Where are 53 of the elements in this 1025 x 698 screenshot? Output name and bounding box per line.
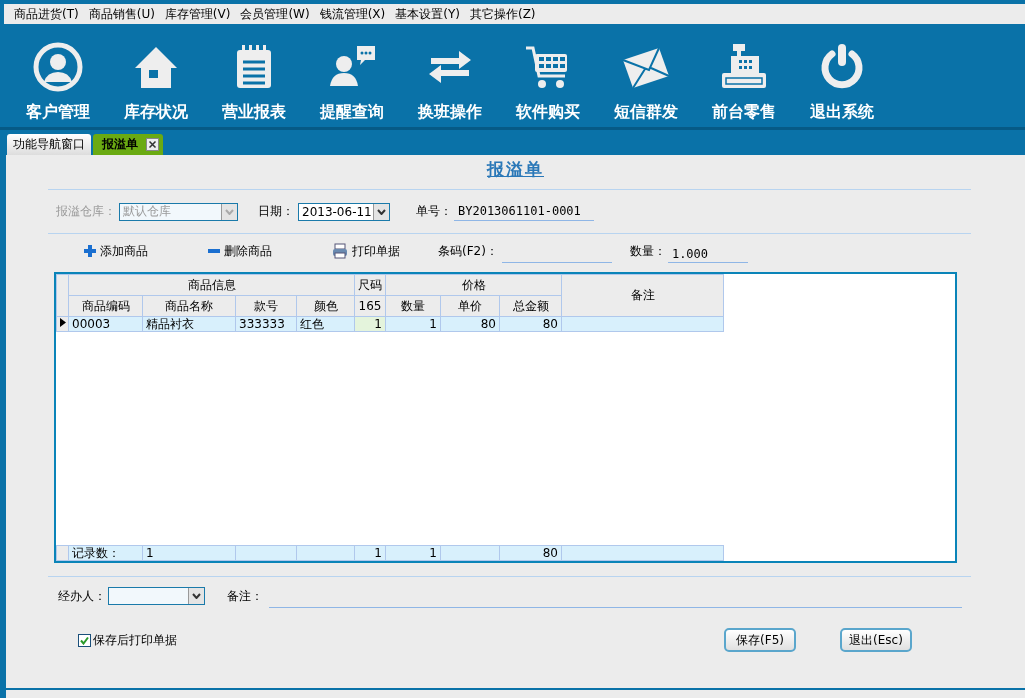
check-icon (80, 635, 89, 645)
table-cell: 1 (385, 545, 441, 561)
order-number-field[interactable]: BY2013061101-0001 (454, 202, 594, 221)
toolbar-button[interactable]: 库存状况 (107, 24, 205, 123)
form-title: 报溢单 (487, 158, 544, 181)
toolbar-button[interactable]: 营业报表 (205, 24, 303, 123)
toolbar-button[interactable]: 删除商品 (208, 242, 272, 260)
field-label: 经办人： (58, 587, 106, 605)
field-label: 报溢仓库： (56, 203, 116, 220)
toolbar-button[interactable]: 添加商品 (84, 242, 148, 260)
tab[interactable]: 报溢单 (93, 134, 163, 155)
field-label: 备注： (227, 587, 263, 605)
save-button[interactable]: 保存(F5) (724, 628, 796, 652)
toolbar-button[interactable]: 客户管理 (9, 24, 107, 123)
column-header: 备注 (561, 274, 724, 317)
field-label: 数量： (629, 242, 666, 260)
toolbar-button[interactable]: 提醒查询 (303, 24, 401, 123)
toolbar-button[interactable]: 换班操作 (401, 24, 499, 123)
column-header: 商品信息 (68, 274, 355, 296)
date-picker[interactable]: 2013-06-11 (298, 202, 390, 221)
menu-item[interactable]: 库存管理(V) (164, 5, 231, 23)
chevron-icon (225, 208, 234, 215)
column-header: 价格 (385, 274, 562, 296)
column-header: 尺码 (354, 274, 386, 296)
checkbox-label: 保存后打印单据 (93, 631, 177, 649)
tab[interactable]: 功能导航窗口 (7, 134, 91, 155)
plus-icon (84, 245, 96, 257)
printer-icon (332, 243, 348, 259)
toolbar-button[interactable]: 退出系统 (793, 24, 891, 123)
checkbox[interactable] (78, 633, 91, 647)
menu-item[interactable]: 基本设置(Y) (395, 5, 460, 23)
menu-item[interactable]: 其它操作(Z) (469, 5, 536, 23)
table-cell: 记录数： (68, 545, 143, 561)
table-cell: 80 (499, 545, 562, 561)
field-label: 条码(F2)： (438, 242, 498, 260)
toolbar-button[interactable]: 打印单据 (332, 242, 400, 260)
menu-item[interactable]: 商品销售(U) (88, 5, 155, 23)
table-cell: 1 (142, 545, 236, 561)
quantity-field[interactable]: 1.000 (667, 245, 748, 263)
field-label: 单号： (416, 203, 452, 220)
menu-item[interactable]: 钱流管理(X) (319, 5, 386, 23)
toolbar-button[interactable]: 短信群发 (597, 24, 695, 123)
exit-button[interactable]: 退出(Esc) (840, 628, 912, 652)
menu-item[interactable]: 会员管理(W) (240, 5, 310, 23)
toolbar-button[interactable]: 软件购买 (499, 24, 597, 123)
menu-item[interactable]: 商品进货(T) (14, 5, 79, 23)
field-label: 日期： (258, 203, 294, 220)
handler-dropdown[interactable] (108, 587, 205, 605)
chevron-icon (377, 208, 386, 215)
toolbar-button[interactable]: 前台零售 (695, 24, 793, 123)
table-cell: 1 (354, 545, 386, 561)
chevron-icon (192, 593, 201, 599)
person-icon (33, 42, 83, 92)
